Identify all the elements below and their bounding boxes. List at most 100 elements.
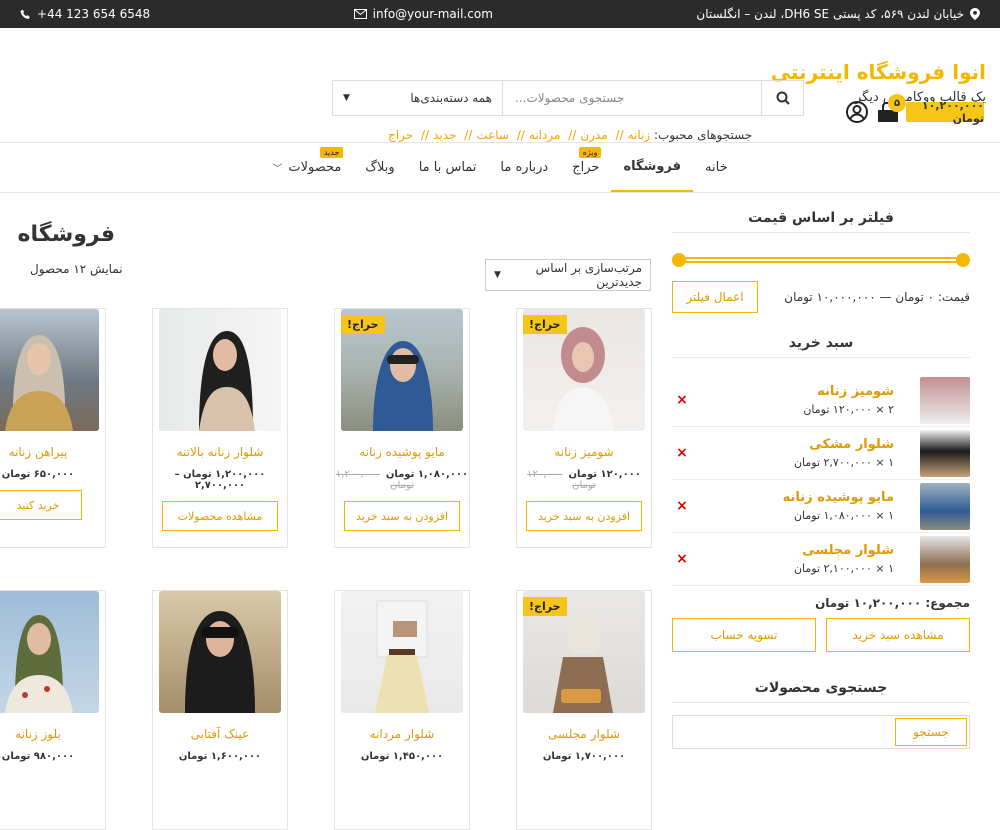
cart-item-thumb[interactable] — [920, 482, 970, 530]
product-image[interactable] — [0, 591, 99, 713]
product-search-form: جستجو — [672, 715, 970, 749]
product-card[interactable]: حراج! مایو پوشیده زنانه ۱,۰۸۰,۰۰۰ تومان۱… — [334, 308, 470, 548]
cart-item-qty: ۱ × ۲,۷۰۰,۰۰۰ تومان — [793, 456, 894, 469]
sort-select[interactable]: مرتب‌سازی بر اساس جدیدترین ▼ — [485, 259, 651, 291]
search-button[interactable] — [761, 81, 803, 115]
nav-item-label[interactable]: خانه — [705, 160, 728, 175]
popular-term[interactable]: زنانه — [628, 128, 651, 142]
nav-item-products[interactable]: جدید محصولات ﹀ — [260, 143, 353, 192]
cart-item-qty: ۱ × ۲,۱۰۰,۰۰۰ تومان — [793, 562, 894, 575]
location-icon — [970, 8, 980, 20]
slider-handle-min[interactable] — [672, 253, 686, 267]
product-image[interactable] — [0, 309, 99, 431]
product-card[interactable]: بلوز زنانه ۹۸۰,۰۰۰ تومان — [0, 590, 106, 830]
remove-item-button[interactable]: × — [672, 551, 692, 567]
nav-badge: جدید — [319, 147, 344, 158]
product-card[interactable]: شلوار زنانه بالاتنه ۱,۲۰۰,۰۰۰ تومان – ۲,… — [152, 308, 288, 548]
nav-item-label[interactable]: وبلاگ — [365, 160, 394, 175]
mini-cart-item: شلوار مجلسی ۱ × ۲,۱۰۰,۰۰۰ تومان × — [672, 533, 970, 586]
nav-item-contact[interactable]: تماس با ما — [407, 143, 489, 192]
cart-item-name[interactable]: شلوار مشکی — [692, 437, 894, 452]
popular-term[interactable]: مردانه — [529, 128, 561, 142]
product-image[interactable] — [159, 591, 281, 713]
product-search-title: جستجوی محصولات — [672, 680, 970, 711]
product-name[interactable]: شلوار زنانه بالاتنه — [153, 445, 287, 459]
nav-item-home[interactable]: خانه — [693, 143, 740, 192]
add-to-cart-button[interactable]: افزودن به سبد خرید — [526, 501, 642, 531]
mail-icon — [353, 9, 367, 19]
nav-item-label[interactable]: فروشگاه — [623, 159, 681, 174]
search-input[interactable]: جستجوی محصولات... — [503, 81, 761, 115]
product-price: ۹۸۰,۰۰۰ تومان — [1, 751, 75, 762]
remove-item-button[interactable]: × — [672, 392, 692, 408]
product-card[interactable]: حراج! شومیز زنانه ۱۲۰,۰۰۰ تومان۱۲۰,۰۰۰ ت… — [516, 308, 652, 548]
mini-cart-item: شلوار مشکی ۱ × ۲,۷۰۰,۰۰۰ تومان × — [672, 427, 970, 480]
cart-total-badge[interactable]: ۱۰,۲۰۰,۰۰۰ تومان — [906, 99, 984, 125]
top-bar: خیابان لندن ۵۶۹، کد پستی DH6 SE، لندن – … — [0, 0, 1000, 28]
cart-widget-title: سبد خرید — [672, 335, 970, 366]
checkout-button[interactable]: تسویه حساب — [672, 618, 816, 652]
popular-term[interactable]: حراج — [388, 128, 413, 142]
email-item[interactable]: info@your-mail.com — [353, 7, 493, 21]
popular-term[interactable]: جدید — [433, 128, 456, 142]
price-range-slider[interactable] — [672, 253, 970, 267]
add-to-cart-button[interactable]: افزودن به سبد خرید — [344, 501, 460, 531]
nav-item-label[interactable]: تماس با ما — [419, 160, 477, 175]
user-icon[interactable] — [846, 101, 868, 123]
price-filter-title: فیلتر بر اساس قیمت — [672, 210, 970, 241]
remove-item-button[interactable]: × — [672, 498, 692, 514]
product-price: ۱,۲۰۰,۰۰۰ تومان – ۲,۷۰۰,۰۰۰ — [174, 469, 266, 491]
product-grid: حراج! شومیز زنانه ۱۲۰,۰۰۰ تومان۱۲۰,۰۰۰ ت… — [0, 308, 652, 830]
cart-item-thumb[interactable] — [920, 376, 970, 424]
product-card[interactable]: حراج! شلوار مجلسی ۱,۷۰۰,۰۰۰ تومان — [516, 590, 652, 830]
product-name[interactable]: پیراهن زنانه — [0, 445, 105, 459]
buy-now-button[interactable]: خرید کنید — [0, 490, 82, 520]
main-nav: خانه فروشگاه ویژه حراج درباره ما تماس با … — [0, 143, 1000, 193]
phone-item[interactable]: +44 123 654 6548 — [20, 7, 150, 21]
category-select[interactable]: ▼ همه دسته‌بندی‌ها — [333, 81, 503, 115]
remove-item-button[interactable]: × — [672, 445, 692, 461]
woman-photo-icon — [199, 331, 255, 431]
view-products-button[interactable]: مشاهده محصولات — [162, 501, 278, 531]
nav-item-sale[interactable]: ویژه حراج — [560, 143, 611, 192]
cart-item-name[interactable]: شومیز زنانه — [692, 384, 894, 399]
cart-item-thumb[interactable] — [920, 429, 970, 477]
phone-text[interactable]: +44 123 654 6548 — [37, 7, 150, 21]
slider-handle-max[interactable] — [956, 253, 970, 267]
product-image[interactable] — [341, 591, 463, 713]
product-name[interactable]: شلوار مجلسی — [517, 727, 651, 741]
product-price: ۱,۷۰۰,۰۰۰ تومان — [542, 751, 626, 762]
product-card[interactable]: پیراهن زنانه ۶۵۰,۰۰۰ تومان خرید کنید — [0, 308, 106, 548]
cart-item-thumb[interactable] — [920, 535, 970, 583]
apply-filter-button[interactable]: اعمال فیلتر — [672, 281, 758, 313]
nav-item-about[interactable]: درباره ما — [488, 143, 560, 192]
product-image[interactable] — [159, 309, 281, 431]
product-card[interactable]: شلوار مردانه ۱,۴۵۰,۰۰۰ تومان — [334, 590, 470, 830]
nav-item-blog[interactable]: وبلاگ — [353, 143, 406, 192]
product-search-button[interactable]: جستجو — [895, 718, 967, 746]
product-name[interactable]: شومیز زنانه — [517, 445, 651, 459]
product-card[interactable]: عینک آفتابی ۱,۶۰۰,۰۰۰ تومان — [152, 590, 288, 830]
nav-item-shop[interactable]: فروشگاه — [611, 143, 694, 192]
popular-term[interactable]: ساعت — [476, 128, 509, 142]
product-name[interactable]: بلوز زنانه — [0, 727, 105, 741]
sale-badge: حراج! — [523, 597, 567, 616]
email-text[interactable]: info@your-mail.com — [373, 7, 493, 21]
product-search-input[interactable] — [673, 716, 893, 748]
product-search-widget: جستجوی محصولات جستجو — [672, 680, 970, 749]
view-cart-button[interactable]: مشاهده سبد خرید — [826, 618, 970, 652]
cart-item-name[interactable]: مایو پوشیده زنانه — [692, 490, 894, 505]
nav-item-label[interactable]: حراج — [572, 160, 599, 175]
cart-item-name[interactable]: شلوار مجلسی — [692, 543, 894, 558]
phone-icon — [20, 9, 30, 19]
nav-item-label[interactable]: درباره ما — [500, 160, 548, 175]
page-title: فروشگاه — [17, 222, 115, 247]
nav-item-label[interactable]: محصولات — [288, 160, 341, 175]
product-name[interactable]: عینک آفتابی — [153, 727, 287, 741]
popular-term[interactable]: مدرن — [580, 128, 607, 142]
product-name[interactable]: مایو پوشیده زنانه — [335, 445, 469, 459]
site-header: انوا فروشگاه اینترنتی یک قالب ووکامرس دی… — [0, 28, 1000, 143]
woman-photo-icon — [185, 611, 255, 713]
nav-badge: ویژه — [578, 147, 602, 158]
product-name[interactable]: شلوار مردانه — [335, 727, 469, 741]
